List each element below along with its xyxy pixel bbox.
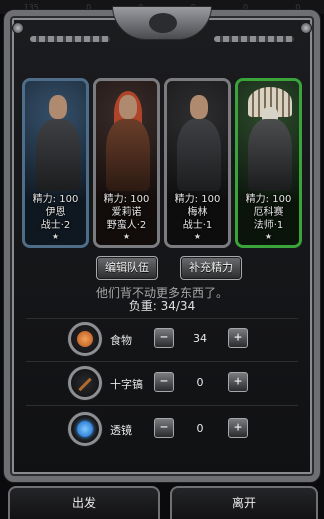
hero-stats: 精力: 100 爱莉诺 野蛮人·2 ★ [96, 193, 157, 241]
item-row-lens: 透镜 − 0 + [0, 410, 324, 450]
item-quantity: 0 [196, 376, 204, 389]
bottom-action-bar: 出发 离开 [0, 486, 324, 519]
increase-button[interactable]: + [228, 372, 248, 392]
pickaxe-icon [68, 366, 102, 400]
hero-name: 伊恩 [45, 207, 66, 218]
party-card-elinor[interactable]: 精力: 100 爱莉诺 野蛮人·2 ★ [93, 78, 160, 248]
star-icon: ★ [264, 232, 273, 241]
hero-name: 厄科赛 [253, 207, 284, 218]
star-icon: ★ [51, 232, 60, 241]
frame-bolt [300, 22, 312, 34]
leave-button[interactable]: 离开 [170, 486, 318, 519]
lens-icon [68, 412, 102, 446]
hero-energy: 精力: 100 [32, 194, 79, 205]
edit-team-button[interactable]: 编辑队伍 [96, 256, 158, 280]
item-quantity: 34 [193, 332, 207, 345]
chain-ornament [30, 36, 110, 42]
item-name: 食物 [110, 334, 132, 347]
food-icon [68, 322, 102, 356]
hero-name: 爱莉诺 [111, 207, 142, 218]
party-card-echo[interactable]: 精力: 100 厄科赛 法师·1 ★ [235, 78, 302, 248]
hero-energy: 精力: 100 [174, 194, 221, 205]
hero-stats: 精力: 100 梅林 战士·1 ★ [167, 193, 228, 241]
hero-name: 梅林 [187, 207, 208, 218]
hero-energy: 精力: 100 [245, 194, 292, 205]
item-name: 十字镐 [110, 378, 143, 391]
divider [26, 361, 298, 362]
decrease-button[interactable]: − [154, 328, 174, 348]
weight-readout: 负重: 34/34 [128, 299, 196, 313]
increase-button[interactable]: + [228, 418, 248, 438]
hero-energy: 精力: 100 [103, 194, 150, 205]
decrease-button[interactable]: − [154, 418, 174, 438]
star-icon: ★ [193, 232, 202, 241]
divider [26, 405, 298, 406]
hero-class: 战士·1 [182, 220, 213, 231]
item-row-pickaxe: 十字镐 − 0 + [0, 364, 324, 404]
party-card-ian[interactable]: 精力: 100 伊恩 战士·2 ★ [22, 78, 89, 248]
divider [26, 318, 298, 319]
hero-class: 野蛮人·2 [106, 220, 147, 231]
party-card-merlin[interactable]: 精力: 100 梅林 战士·1 ★ [164, 78, 231, 248]
frame-bolt [12, 22, 24, 34]
hero-stats: 精力: 100 厄科赛 法师·1 ★ [238, 193, 299, 241]
item-row-food: 食物 − 34 + [0, 320, 324, 360]
hero-stats: 精力: 100 伊恩 战士·2 ★ [25, 193, 86, 241]
increase-button[interactable]: + [228, 328, 248, 348]
chain-ornament [214, 36, 294, 42]
party-action-buttons: 编辑队伍 补充精力 [0, 256, 324, 282]
hero-class: 法师·1 [253, 220, 284, 231]
item-quantity: 0 [196, 422, 204, 435]
item-name: 透镜 [110, 424, 132, 437]
star-icon: ★ [122, 232, 131, 241]
hero-class: 战士·2 [40, 220, 71, 231]
fill-energy-button[interactable]: 补充精力 [180, 256, 242, 280]
depart-button[interactable]: 出发 [8, 486, 160, 519]
decrease-button[interactable]: − [154, 372, 174, 392]
party-member-cards: 精力: 100 伊恩 战士·2 ★ 精力: 100 爱莉诺 野蛮人·2 ★ 精力… [22, 78, 302, 248]
